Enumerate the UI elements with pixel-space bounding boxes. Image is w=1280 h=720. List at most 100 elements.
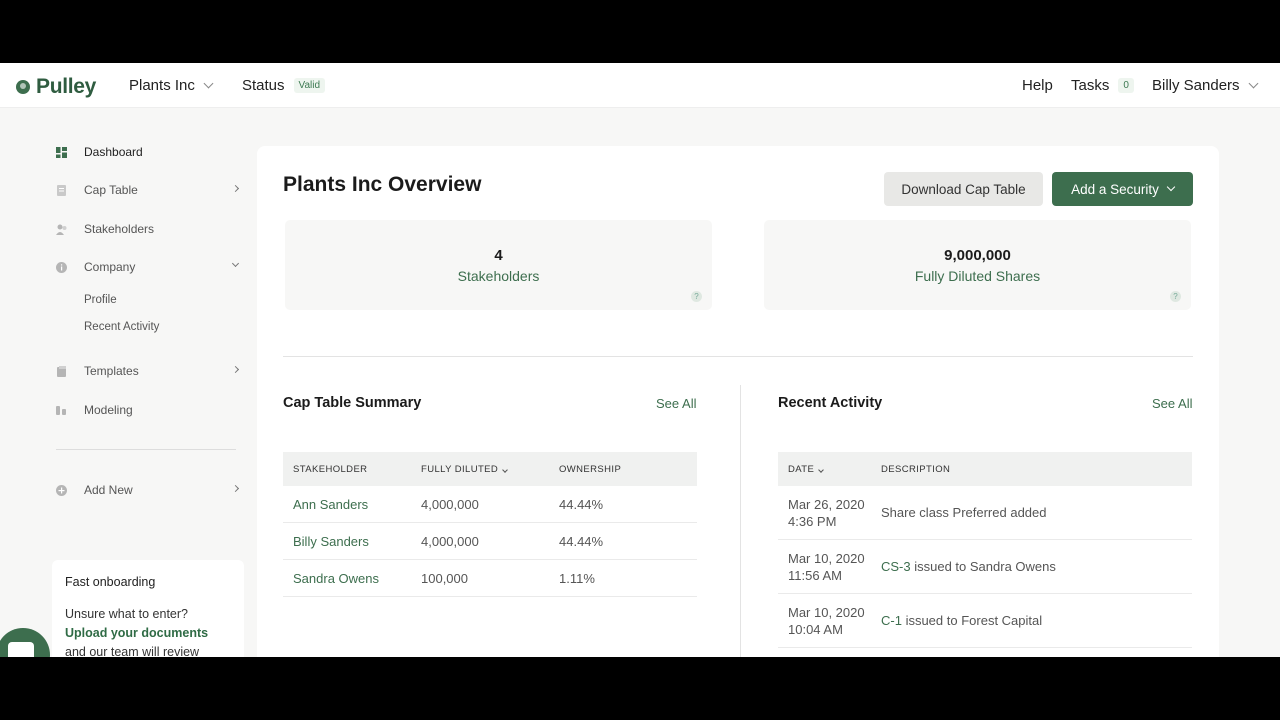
modeling-icon — [56, 405, 66, 415]
chevron-right-icon — [231, 365, 240, 374]
download-cap-table-button[interactable]: Download Cap Table — [884, 172, 1043, 206]
activity-date: Mar 26, 2020 4:36 PM — [778, 496, 881, 530]
info-icon — [56, 261, 67, 273]
onboarding-card: Fast onboarding Unsure what to enter? Up… — [52, 560, 244, 657]
logo-text: Pulley — [36, 75, 97, 98]
column-header-fully-diluted[interactable]: FULLY DILUTED — [421, 464, 559, 475]
column-header-stakeholder[interactable]: STAKEHOLDER — [283, 464, 421, 475]
tasks-link[interactable]: Tasks 0 — [1071, 77, 1134, 94]
user-name: Billy Sanders — [1152, 77, 1240, 94]
page-title: Plants Inc Overview — [283, 173, 482, 196]
column-header-label: DATE — [788, 463, 815, 475]
add-security-button[interactable]: Add a Security — [1052, 172, 1193, 206]
table-row: Mar 10, 2020 11:56 AM CS-3 issued to Sand… — [778, 540, 1192, 594]
activity-date: Mar 10, 2020 11:56 AM — [778, 550, 881, 584]
column-divider — [740, 385, 741, 657]
sidebar-item-company[interactable]: Company — [56, 257, 240, 277]
fully-diluted-value: 4,000,000 — [421, 533, 479, 549]
main-card: Plants Inc Overview Download Cap Table A… — [257, 146, 1219, 657]
chevron-down-icon — [1248, 78, 1258, 89]
button-label: Add a Security — [1071, 181, 1159, 197]
ownership-value: 44.44% — [559, 496, 604, 512]
description-text: issued to Sandra Owens — [910, 559, 1056, 574]
company-switcher[interactable]: Plants Inc — [129, 77, 214, 94]
activity-description: CS-3 issued to Sandra Owens — [881, 559, 1192, 574]
recent-activity-table: DATE DESCRIPTION Mar 26, 2020 4:36 PM Sha… — [778, 452, 1192, 648]
activity-description: Share class Preferred added — [881, 505, 1192, 520]
column-header-ownership[interactable]: OWNERSHIP — [559, 464, 697, 475]
stat-label: Fully Diluted Shares — [914, 268, 1041, 284]
stakeholder-link[interactable]: Ann Sanders — [283, 497, 421, 512]
sort-down-icon — [818, 466, 825, 473]
people-icon — [56, 224, 67, 235]
sidebar-subitem-profile[interactable]: Profile — [84, 294, 117, 306]
sidebar-item-cap-table[interactable]: Cap Table — [56, 180, 240, 200]
tasks-label: Tasks — [1071, 77, 1110, 94]
security-link[interactable]: C-1 — [881, 613, 902, 628]
status-badge: Valid — [293, 78, 326, 93]
help-icon[interactable]: ? — [691, 291, 702, 302]
sidebar-item-label: Dashboard — [84, 145, 143, 159]
help-label: Help — [1022, 77, 1053, 94]
time-text: 10:04 AM — [788, 621, 843, 637]
chevron-right-icon — [231, 484, 240, 493]
stakeholder-link[interactable]: Sandra Owens — [283, 571, 421, 586]
fully-diluted-stat: 9,000,000 Fully Diluted Shares ? — [764, 220, 1191, 310]
stat-value: 9,000,000 — [944, 247, 1011, 264]
sidebar-item-dashboard[interactable]: Dashboard — [56, 142, 240, 162]
top-navbar: Pulley Plants Inc Status Valid Help Task… — [0, 63, 1280, 108]
table-row: Mar 10, 2020 10:04 AM C-1 issued to Fores… — [778, 594, 1192, 648]
chevron-right-icon — [231, 184, 240, 193]
ownership-value: 44.44% — [559, 533, 604, 549]
column-header-description: DESCRIPTION — [881, 463, 951, 475]
document-icon — [57, 184, 66, 196]
time-text: 4:36 PM — [788, 513, 837, 529]
table-row: Ann Sanders 4,000,000 44.44% — [283, 486, 697, 523]
cap-table-see-all-link[interactable]: See All — [656, 396, 696, 411]
company-name: Plants Inc — [129, 77, 195, 94]
table-header: STAKEHOLDER FULLY DILUTED OWNERSHIP — [283, 452, 697, 486]
column-header-date[interactable]: DATE — [778, 464, 881, 475]
stat-value: 4 — [494, 247, 503, 264]
sidebar-item-label: Templates — [84, 364, 139, 378]
user-menu[interactable]: Billy Sanders — [1152, 77, 1258, 94]
stakeholder-link[interactable]: Billy Sanders — [283, 534, 421, 549]
stakeholders-stat: 4 Stakeholders ? — [285, 220, 712, 310]
sort-down-icon — [502, 466, 509, 473]
sidebar-item-label: Modeling — [84, 403, 133, 417]
table-row: Mar 26, 2020 4:36 PM Share class Preferre… — [778, 486, 1192, 540]
sidebar-item-templates[interactable]: Templates — [56, 361, 240, 381]
help-icon[interactable]: ? — [1170, 291, 1181, 302]
sidebar-subitem-recent-activity[interactable]: Recent Activity — [84, 321, 159, 333]
section-divider — [283, 356, 1193, 357]
table-row: Sandra Owens 100,000 1.11% — [283, 560, 697, 597]
date-text: Mar 26, 2020 — [788, 496, 865, 512]
tasks-count-badge: 0 — [1118, 78, 1134, 93]
sidebar-item-label: Cap Table — [84, 183, 138, 197]
fully-diluted-value: 4,000,000 — [421, 496, 479, 512]
sidebar-item-stakeholders[interactable]: Stakeholders — [56, 219, 240, 239]
chevron-down-icon — [203, 78, 214, 89]
activity-date: Mar 10, 2020 10:04 AM — [778, 604, 881, 638]
security-link[interactable]: CS-3 — [881, 559, 911, 574]
button-label: Download Cap Table — [901, 181, 1026, 197]
recent-activity-see-all-link[interactable]: See All — [1152, 396, 1192, 411]
plus-circle-icon — [56, 484, 67, 496]
sidebar-item-label: Company — [84, 260, 136, 274]
date-text: Mar 10, 2020 — [788, 604, 865, 620]
date-text: Mar 10, 2020 — [788, 550, 865, 566]
onboarding-text-2: and our team will review — [65, 645, 200, 657]
sidebar-divider — [56, 449, 236, 450]
upload-documents-link[interactable]: Upload your documents — [65, 626, 208, 640]
ownership-value: 1.11% — [559, 570, 595, 586]
description-text: issued to Forest Capital — [901, 613, 1043, 628]
onboarding-title: Fast onboarding — [65, 575, 156, 589]
pulley-logo[interactable]: Pulley — [16, 75, 96, 99]
help-link[interactable]: Help — [1022, 77, 1053, 94]
sidebar-item-add-new[interactable]: Add New — [56, 480, 240, 500]
sidebar-item-modeling[interactable]: Modeling — [56, 400, 240, 420]
recent-activity-title: Recent Activity — [778, 395, 883, 411]
stat-label: Stakeholders — [457, 268, 540, 284]
cap-table-summary: STAKEHOLDER FULLY DILUTED OWNERSHIP Ann … — [283, 452, 697, 597]
status-indicator[interactable]: Status Valid — [242, 77, 326, 94]
